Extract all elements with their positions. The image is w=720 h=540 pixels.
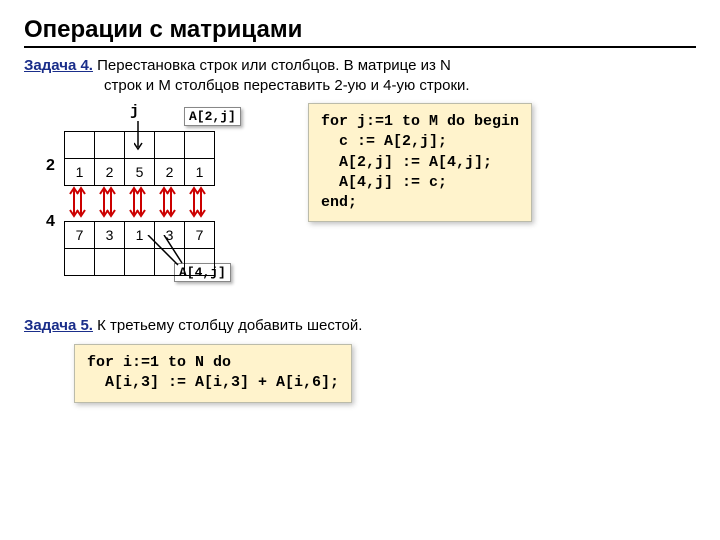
cell: 3 [95,222,125,249]
code-line: for i:=1 to N do [87,354,231,371]
task5-label: Задача 5. [24,317,93,334]
cell: 1 [185,159,215,186]
cell: 2 [95,159,125,186]
table-row: 1 2 5 2 1 [65,159,215,186]
arrows-gap [65,186,215,222]
callout-a4j [144,235,204,275]
code-line: end; [321,194,357,211]
code-line: A[i,3] := A[i,3] + A[i,6]; [87,374,339,391]
cell: 2 [155,159,185,186]
task4-row: j A[2,j] A[4,j] 2 4 1 2 5 2 1 [24,103,696,303]
code-line: for j:=1 to M do begin [321,113,519,130]
title-rule [24,46,696,48]
code-line: A[2,j] := A[4,j]; [321,154,492,171]
matrix-diagram: j A[2,j] A[4,j] 2 4 1 2 5 2 1 [24,103,284,303]
task5-text: К третьему столбцу добавить шестой. [93,317,362,334]
task5-intro: Задача 5. К третьему столбцу добавить ше… [24,317,696,334]
table-empty-row [65,132,215,159]
task4-line1: Перестановка строк или столбцов. В матри… [93,57,451,74]
row-label-4: 4 [46,213,55,231]
code-block-4: for j:=1 to M do begin c := A[2,j]; A[2,… [308,103,532,222]
code-line: A[4,j] := c; [321,174,447,191]
page-title: Операции с матрицами [24,16,696,44]
code-block-5: for i:=1 to N do A[i,3] := A[i,3] + A[i,… [74,344,352,403]
cell: 1 [65,159,95,186]
task4-label: Задача 4. [24,57,93,74]
swap-arrows [65,186,215,218]
cell: 7 [65,222,95,249]
cell: 5 [125,159,155,186]
row-label-2: 2 [46,157,55,175]
task4-intro: Задача 4. Перестановка строк или столбцо… [24,56,696,95]
code-line: c := A[2,j]; [321,133,447,150]
task4-line2: строк и M столбцов переставить 2-ую и 4-… [24,76,696,96]
